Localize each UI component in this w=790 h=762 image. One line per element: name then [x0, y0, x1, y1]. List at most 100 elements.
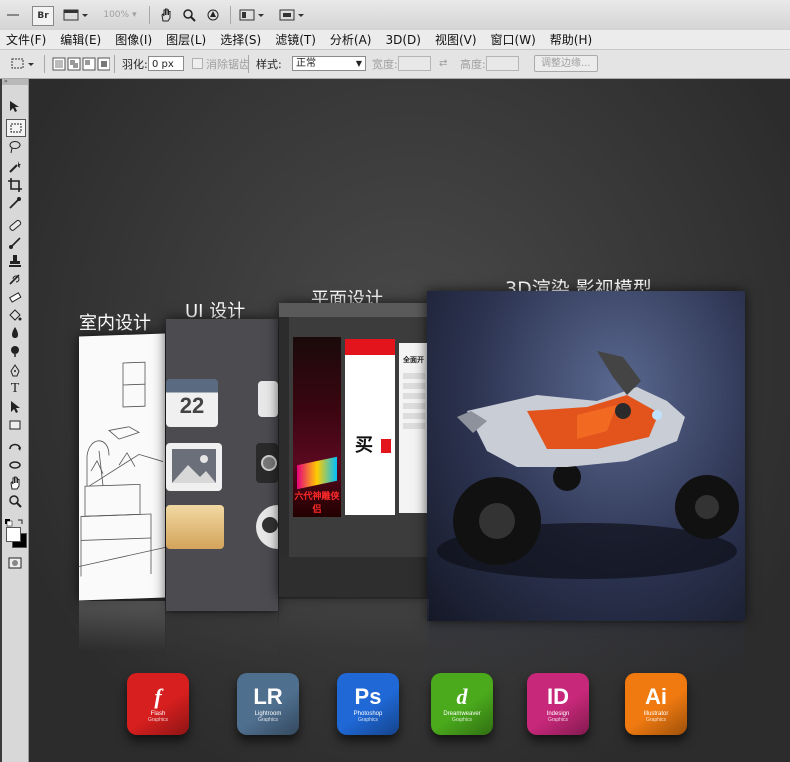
refine-edge-button[interactable]: 调整边缘...	[534, 55, 598, 72]
rectangle-tool-icon[interactable]	[6, 417, 24, 433]
nested-ps-menubar	[279, 303, 429, 317]
indesign-app-icon: ID Indesign Graphics	[527, 673, 589, 735]
type-tool-icon[interactable]: T	[6, 381, 24, 397]
flash-app-icon: f Flash Graphics	[127, 673, 189, 735]
dodge-tool-icon[interactable]	[6, 343, 24, 359]
healing-brush-tool-icon[interactable]	[6, 217, 24, 233]
ui-design-panel: 22	[166, 319, 278, 611]
document-canvas[interactable]: 室内设计 UI 设计 平面设计 3D渲染 影视模型 22 六代神雕侠侣 买 全面…	[29, 79, 790, 762]
zoom-tool-icon[interactable]	[6, 493, 24, 509]
eraser-tool-icon[interactable]	[6, 289, 24, 305]
height-input[interactable]	[486, 56, 519, 71]
style-select[interactable]: 正常 ▼	[292, 56, 366, 71]
magic-wand-tool-icon[interactable]	[6, 159, 24, 175]
menu-select[interactable]: 选择(S)	[214, 31, 269, 48]
feather-input[interactable]: 0 px	[148, 56, 184, 71]
shop-list-lines	[403, 373, 425, 433]
shop-page-thumbnail: 全面开	[399, 343, 429, 513]
arrange-documents-button[interactable]	[238, 6, 266, 24]
style-select-wrap: 正常 ▼	[292, 55, 366, 72]
menu-3d[interactable]: 3D(D)	[379, 33, 428, 47]
menu-view[interactable]: 视图(V)	[429, 31, 485, 48]
menu-help[interactable]: 帮助(H)	[544, 31, 600, 48]
screen-mode-button[interactable]	[278, 6, 306, 24]
eyedropper-tool-icon[interactable]	[6, 195, 24, 211]
quick-mask-icon[interactable]	[6, 555, 24, 571]
zoom-tool-icon[interactable]	[180, 6, 198, 24]
3d-render-panel	[427, 291, 745, 621]
width-input[interactable]	[398, 56, 431, 71]
options-bar: 羽化: 0 px 消除锯齿 样式: 正常 ▼ 宽度: ⇄ 高度: 调整边缘...	[0, 50, 790, 79]
product-red-tag	[381, 439, 391, 453]
marquee-preset-icon	[11, 58, 34, 68]
shop-headline: 全面开	[403, 356, 424, 364]
photoshop-app-icon: Ps Photoshop Graphics	[337, 673, 399, 735]
feather-label: 羽化:	[122, 57, 148, 71]
interior-panel-reflection	[79, 601, 165, 651]
poster-thumbnail: 六代神雕侠侣	[293, 337, 341, 517]
menu-file[interactable]: 文件(F)	[0, 31, 54, 48]
toggle-switch-icon	[258, 381, 278, 417]
menu-image[interactable]: 图像(I)	[109, 31, 160, 48]
zoom-level-value: 100%	[103, 10, 130, 20]
product-page-thumbnail: 买	[345, 339, 395, 515]
rectangular-marquee-tool-icon[interactable]	[6, 119, 26, 137]
crop-tool-icon[interactable]	[6, 177, 24, 193]
menu-layer[interactable]: 图层(L)	[160, 31, 214, 48]
tools-panel-grip[interactable]: »	[2, 79, 28, 85]
tool-preset-picker[interactable]	[10, 55, 36, 72]
menu-analysis[interactable]: 分析(A)	[324, 31, 380, 48]
move-tool-icon[interactable]	[6, 99, 24, 115]
hand-tool-icon[interactable]	[157, 6, 175, 24]
ui-panel-reflection	[166, 613, 278, 663]
zoom-level-select[interactable]: 100% ▾	[100, 6, 140, 24]
dreamweaver-app-abbr: d	[456, 683, 468, 709]
path-selection-tool-icon[interactable]	[6, 399, 24, 415]
lightroom-app-subtitle: Graphics	[257, 716, 278, 723]
photoshop-app-abbr: Ps	[354, 683, 382, 709]
foreground-color-swatch[interactable]	[6, 527, 21, 542]
3d-orbit-tool-icon[interactable]	[6, 457, 24, 473]
illustrator-app-subtitle: Graphics	[645, 716, 666, 723]
chevron-down-icon: ▼	[355, 59, 362, 68]
toolbar-divider	[230, 6, 231, 24]
default-colors-icon[interactable]	[5, 513, 25, 527]
history-brush-tool-icon[interactable]	[6, 271, 24, 287]
indesign-app-subtitle: Graphics	[547, 716, 568, 723]
style-select-value: 正常	[296, 58, 316, 69]
bridge-button[interactable]: Br	[32, 6, 54, 26]
swap-dimensions-icon[interactable]: ⇄	[439, 55, 447, 72]
lasso-tool-icon[interactable]	[6, 139, 24, 155]
height-label: 高度:	[460, 57, 486, 71]
dreamweaver-app-subtitle: Graphics	[451, 716, 472, 723]
interior-sketch-image	[79, 361, 165, 577]
dreamweaver-app-icon: d Dreamweaver Graphics	[431, 673, 493, 735]
antialias-checkbox[interactable]: 消除锯齿	[192, 55, 250, 72]
3d-rotate-tool-icon[interactable]	[6, 439, 24, 455]
color-swatches	[5, 525, 27, 549]
hand-tool-icon[interactable]	[6, 475, 24, 491]
menu-edit[interactable]: 编辑(E)	[54, 31, 109, 48]
lightroom-app-icon: LR Lightroom Graphics	[237, 673, 299, 735]
product-red-header	[345, 339, 395, 355]
heading-interior-design: 室内设计	[79, 313, 151, 334]
clone-stamp-tool-icon[interactable]	[6, 253, 24, 269]
blur-tool-icon[interactable]	[6, 325, 24, 341]
graphic-design-panel: 六代神雕侠侣 买 全面开	[279, 303, 429, 597]
indesign-app-abbr: ID	[547, 683, 569, 709]
photoshop-app-subtitle: Graphics	[357, 716, 378, 723]
selection-mode-group	[52, 55, 110, 72]
menu-window[interactable]: 窗口(W)	[485, 31, 544, 48]
paint-bucket-tool-icon[interactable]	[6, 307, 24, 323]
flash-app-abbr: f	[154, 683, 162, 709]
nested-ps-timeline	[279, 557, 429, 597]
poster-red-title: 六代神雕侠侣	[294, 492, 340, 515]
pen-tool-icon[interactable]	[6, 363, 24, 379]
menu-filter[interactable]: 滤镜(T)	[269, 31, 324, 48]
view-extras-button[interactable]	[62, 6, 90, 24]
photo-gallery-icon	[166, 443, 222, 491]
nested-ps-toolbox	[279, 317, 289, 557]
rotate-view-icon[interactable]	[204, 6, 222, 24]
brush-tool-icon[interactable]	[6, 235, 24, 251]
menu-bar: 文件(F) 编辑(E) 图像(I) 图层(L) 选择(S) 滤镜(T) 分析(A…	[0, 30, 790, 50]
